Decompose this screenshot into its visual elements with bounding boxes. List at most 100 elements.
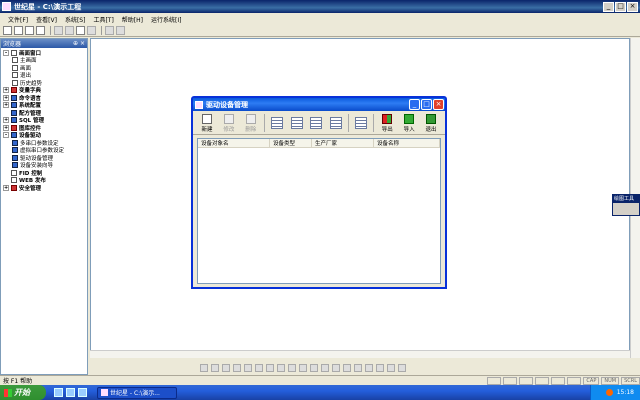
expand-icon[interactable]: +: [3, 124, 9, 131]
collapse-icon[interactable]: -: [3, 132, 9, 139]
tree-item[interactable]: 画面: [1, 64, 87, 72]
tree-node-icon: [12, 139, 18, 146]
expand-icon[interactable]: +: [3, 102, 9, 109]
dialog-minimize-button[interactable]: _: [409, 99, 420, 110]
explorer-title: 浏览器: [3, 41, 22, 48]
expand-icon[interactable]: +: [3, 94, 9, 101]
tree-item[interactable]: + 命令语言: [1, 94, 87, 102]
align-right-icon[interactable]: [222, 363, 230, 372]
collapse-icon[interactable]: -: [3, 49, 9, 56]
close-button[interactable]: ×: [627, 1, 638, 12]
menu-run-system[interactable]: 运行系统[I]: [151, 15, 181, 24]
save-all-icon[interactable]: [36, 26, 45, 35]
tree-item[interactable]: 设备安装向导: [1, 162, 87, 169]
bring-front-icon[interactable]: [332, 363, 340, 372]
list-view-button[interactable]: [309, 115, 325, 131]
clock[interactable]: 15:18: [617, 389, 634, 396]
delete-button[interactable]: 删除: [240, 112, 262, 134]
toolbar-separator: [101, 26, 102, 35]
horizontal-scrollbar[interactable]: [90, 350, 630, 358]
expand-icon[interactable]: +: [3, 87, 9, 94]
align-middle-icon[interactable]: [244, 363, 252, 372]
details-view-button[interactable]: [328, 115, 344, 131]
ungroup-icon[interactable]: [321, 363, 329, 372]
import-button[interactable]: 导入: [398, 112, 420, 134]
new-button[interactable]: 新建: [196, 112, 218, 134]
menu-help[interactable]: 帮助[H]: [122, 15, 143, 24]
font-icon[interactable]: [376, 363, 384, 372]
grid-icon[interactable]: [299, 363, 307, 372]
start-button[interactable]: 开始: [0, 385, 46, 400]
dialog-maximize-button[interactable]: □: [421, 99, 432, 110]
large-icon-view-icon: [270, 116, 283, 129]
cut-icon[interactable]: [54, 26, 63, 35]
tree-item[interactable]: + 安全管理: [1, 184, 87, 192]
line-style-icon[interactable]: [387, 363, 395, 372]
expand-icon[interactable]: +: [3, 184, 9, 191]
column-manufacturer[interactable]: 生产厂家: [312, 139, 374, 147]
tree-item[interactable]: + SQL 管理: [1, 117, 87, 124]
open-folder-icon[interactable]: [14, 26, 23, 35]
pin-icon[interactable]: ⊕: [73, 40, 78, 47]
tree-item[interactable]: + 变量字典: [1, 87, 87, 94]
column-device-type[interactable]: 设备类型: [270, 139, 312, 147]
tree-item[interactable]: 历史趋势: [1, 79, 87, 87]
more-tools-icon[interactable]: [398, 363, 406, 372]
same-size-icon[interactable]: [288, 363, 296, 372]
paste-icon[interactable]: [76, 26, 85, 35]
tree-item[interactable]: 退出: [1, 72, 87, 79]
tree-item[interactable]: 主画面: [1, 57, 87, 64]
taskbar-app-button[interactable]: 世纪星 - C:\演示...: [97, 386, 177, 399]
fill-color-icon[interactable]: [365, 363, 373, 372]
small-icon-view-icon: [290, 116, 303, 129]
column-device-object-name[interactable]: 设备对象名: [198, 139, 270, 147]
device-list[interactable]: 设备对象名 设备类型 生产厂家 设备名称: [197, 138, 441, 284]
redo-icon[interactable]: [116, 26, 125, 35]
dialog-close-button[interactable]: ×: [433, 99, 444, 110]
properties-button[interactable]: [353, 115, 369, 131]
menu-system[interactable]: 系统[S]: [65, 15, 86, 24]
quick-launch: [54, 388, 87, 397]
align-bottom-icon[interactable]: [255, 363, 263, 372]
align-center-icon[interactable]: [211, 363, 219, 372]
large-icon-view-button[interactable]: [269, 115, 285, 131]
line-color-icon[interactable]: [354, 363, 362, 372]
column-device-name[interactable]: 设备名称: [374, 139, 440, 147]
save-icon[interactable]: [25, 26, 34, 35]
same-height-icon[interactable]: [277, 363, 285, 372]
tree-node-icon: [11, 177, 17, 184]
ie-icon[interactable]: [54, 388, 63, 397]
menu-file[interactable]: 文件[F]: [8, 15, 28, 24]
tree-node-icon: [12, 72, 18, 79]
draw-tools-palette[interactable]: 绘图工具: [612, 194, 640, 216]
desktop-icon[interactable]: [66, 388, 75, 397]
align-top-icon[interactable]: [233, 363, 241, 372]
menu-tools[interactable]: 工具[T]: [93, 15, 113, 24]
menu-view[interactable]: 查看[V]: [36, 15, 57, 24]
export-button[interactable]: 导出: [376, 112, 398, 134]
tree-item[interactable]: + 系统配置: [1, 102, 87, 109]
delete-icon[interactable]: [87, 26, 96, 35]
group-icon[interactable]: [310, 363, 318, 372]
tree-item[interactable]: + 图库控件: [1, 124, 87, 132]
modify-button[interactable]: 修改: [218, 112, 240, 134]
maximize-button[interactable]: □: [615, 1, 626, 12]
tree-node-icon: [11, 184, 17, 191]
exit-icon: [426, 113, 436, 124]
same-width-icon[interactable]: [266, 363, 274, 372]
exit-button[interactable]: 退出: [420, 112, 442, 134]
explorer-close-icon[interactable]: ×: [80, 40, 85, 47]
minimize-button[interactable]: _: [603, 1, 614, 12]
tree-item[interactable]: WEB 发布: [1, 177, 87, 184]
tray-icon[interactable]: [605, 389, 613, 396]
copy-icon[interactable]: [65, 26, 74, 35]
media-player-icon[interactable]: [78, 388, 87, 397]
align-left-icon[interactable]: [200, 363, 208, 372]
delete-icon: [245, 113, 256, 124]
new-file-icon[interactable]: [3, 26, 12, 35]
tree-item[interactable]: - 画面窗口: [1, 49, 87, 57]
expand-icon[interactable]: +: [3, 117, 9, 124]
send-back-icon[interactable]: [343, 363, 351, 372]
small-icon-view-button[interactable]: [289, 115, 305, 131]
undo-icon[interactable]: [105, 26, 114, 35]
